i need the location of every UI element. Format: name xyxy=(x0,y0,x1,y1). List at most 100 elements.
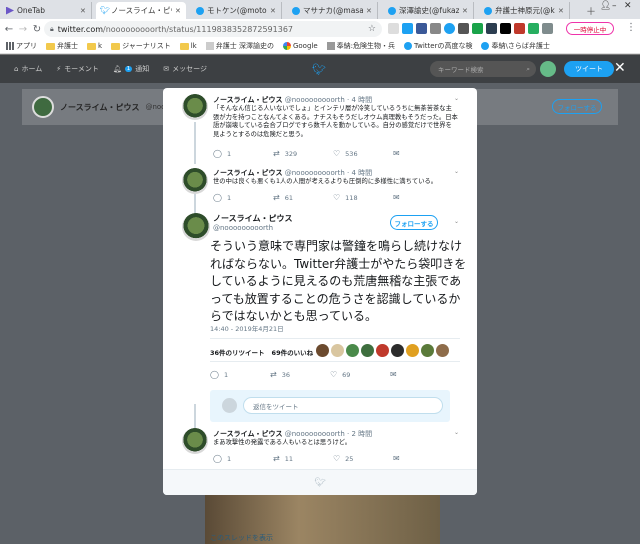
bookmark-item[interactable]: 奉納\さらば弁護士 xyxy=(481,41,550,51)
close-modal-icon[interactable]: ✕ xyxy=(614,60,626,76)
bookmark-item[interactable]: k xyxy=(87,42,102,50)
extension-icon[interactable] xyxy=(528,23,539,34)
back-button[interactable]: ← xyxy=(2,24,16,35)
address-bar[interactable]: 🔒︎ twitter.com/nooooooooorth/status/1119… xyxy=(44,21,382,37)
browser-tab[interactable]: モトケン(@motoken ✕ xyxy=(192,2,282,19)
chevron-down-icon[interactable]: ⌄ xyxy=(454,429,459,436)
avatar[interactable] xyxy=(540,61,556,77)
tweet-button[interactable]: ツイート xyxy=(564,61,614,77)
nav-home[interactable]: ⌂ ホーム xyxy=(14,64,42,74)
dm-button[interactable]: ✉︎ xyxy=(393,454,453,463)
twitter-icon[interactable] xyxy=(444,23,455,34)
retweet-stat[interactable]: 36件のリツイート xyxy=(210,347,265,357)
bookmark-item[interactable]: Google xyxy=(282,42,318,50)
reload-button[interactable]: ↻ xyxy=(30,24,44,35)
avatar[interactable] xyxy=(182,428,208,454)
like-button[interactable]: ♡ 536 xyxy=(333,149,393,158)
like-stat[interactable]: 69件のいいね xyxy=(272,347,314,357)
like-button[interactable]: ♡ 118 xyxy=(333,193,393,202)
avatar[interactable] xyxy=(32,96,54,118)
twitter-logo-icon[interactable]: 🐦︎ xyxy=(312,63,326,76)
avatar[interactable] xyxy=(182,94,208,120)
bookmark-item[interactable]: 弁護士 xyxy=(46,41,78,51)
dm-button[interactable]: ✉︎ xyxy=(390,370,450,379)
extension-icon[interactable] xyxy=(472,23,483,34)
bookmark-item[interactable]: 奉納:危険生物・兵 xyxy=(326,41,395,51)
chevron-down-icon[interactable]: ⌄ xyxy=(454,218,459,225)
avatar[interactable] xyxy=(361,344,374,357)
tweet-author-name[interactable]: ノースライム・ピウス xyxy=(213,96,283,104)
bookmark-item[interactable]: Twitterの高度な検 xyxy=(404,41,472,51)
nav-moments[interactable]: ⚡︎ モーメント xyxy=(56,64,99,74)
close-tab-icon[interactable]: ✕ xyxy=(270,7,278,15)
chevron-down-icon[interactable]: ⌄ xyxy=(454,168,459,175)
extension-icon[interactable] xyxy=(514,23,525,34)
avatar[interactable] xyxy=(391,344,404,357)
dm-button[interactable]: ✉︎ xyxy=(393,193,453,202)
avatar[interactable] xyxy=(376,344,389,357)
browser-tab[interactable]: OneTab ✕ xyxy=(2,2,92,19)
tweet-author-name[interactable]: ノースライム・ピウス xyxy=(213,214,292,223)
avatar[interactable] xyxy=(346,344,359,357)
retweet-button[interactable]: ⇄ 61 xyxy=(273,193,333,202)
avatar[interactable] xyxy=(182,213,210,241)
extension-icon[interactable] xyxy=(500,23,511,34)
retweet-button[interactable]: ⇄ 11 xyxy=(273,454,333,463)
tweet-timestamp[interactable]: 14:40 - 2019年4月21日 xyxy=(210,323,284,333)
new-tab-button[interactable]: ＋ xyxy=(586,3,596,18)
close-tab-icon[interactable]: ✕ xyxy=(80,7,88,15)
bookmark-item[interactable]: アプリ xyxy=(6,41,37,51)
avatar[interactable] xyxy=(421,344,434,357)
follow-button[interactable]: フォローする xyxy=(552,99,602,114)
browser-tab[interactable]: マサナカ(@masan ✕ xyxy=(288,2,378,19)
browser-tab-active[interactable]: 🐦︎ ノースライム・ピウス ✕ xyxy=(96,2,186,19)
twitter-search-input[interactable]: キーワード検索 ⌕ xyxy=(430,61,536,77)
avatar[interactable] xyxy=(182,168,208,194)
browser-tab[interactable]: 弁護士神原元(@k ✕ xyxy=(480,2,570,19)
avatar[interactable] xyxy=(436,344,449,357)
reply-button[interactable]: ◯ 1 xyxy=(213,149,273,158)
extension-icon[interactable] xyxy=(402,23,413,34)
tweet-author-name[interactable]: ノースライム・ピウス xyxy=(213,430,283,438)
dm-button[interactable]: ✉︎ xyxy=(393,149,453,158)
forward-button[interactable]: → xyxy=(16,24,30,35)
extension-icon[interactable] xyxy=(458,23,469,34)
avatar[interactable]: 👤︎ xyxy=(600,1,611,11)
extension-icon[interactable] xyxy=(542,23,553,34)
nav-messages[interactable]: ✉︎ メッセージ xyxy=(163,64,207,74)
bookmark-item[interactable]: ジャーナリスト xyxy=(111,41,171,51)
bookmark-star-icon[interactable]: ☆ xyxy=(368,24,376,34)
avatar[interactable] xyxy=(331,344,344,357)
retweet-button[interactable]: ⇄ 36 xyxy=(270,370,330,379)
profile-name[interactable]: ノースライム・ピウス xyxy=(60,102,139,113)
browser-tab[interactable]: 深澤諭史(@fukaz ✕ xyxy=(384,2,474,19)
minimize-icon[interactable]: – xyxy=(612,1,617,11)
close-tab-icon[interactable]: ✕ xyxy=(175,7,183,15)
close-tab-icon[interactable]: ✕ xyxy=(462,7,470,15)
tweet-time[interactable]: · 2 時間 xyxy=(347,430,372,438)
zoom-icon[interactable] xyxy=(388,23,399,34)
more-menu-icon[interactable]: ⋮ xyxy=(626,22,636,33)
bookmark-item[interactable]: lk xyxy=(179,42,197,50)
close-tab-icon[interactable]: ✕ xyxy=(366,7,374,15)
reply-button[interactable]: ◯ 1 xyxy=(213,454,273,463)
window-close-icon[interactable]: ✕ xyxy=(624,1,632,11)
extension-icon[interactable] xyxy=(486,23,497,34)
like-button[interactable]: ♡ 69 xyxy=(330,370,390,379)
chevron-down-icon[interactable]: ⌄ xyxy=(454,95,459,102)
extension-icon[interactable] xyxy=(430,23,441,34)
bookmark-item[interactable]: 弁護士 深澤諭史の xyxy=(205,41,274,51)
tweet-author-name[interactable]: ノースライム・ピウス xyxy=(213,169,283,177)
avatar[interactable] xyxy=(406,344,419,357)
reply-button[interactable]: ◯ 1 xyxy=(213,193,273,202)
paused-sync-button[interactable]: 一時停止中 xyxy=(566,22,614,35)
reply-button[interactable]: ◯ 1 xyxy=(210,370,270,379)
follow-button[interactable]: フォローする xyxy=(390,215,438,230)
retweet-button[interactable]: ⇄ 329 xyxy=(273,149,333,158)
nav-notifications[interactable]: 🔔︎ 1 通知 xyxy=(113,64,149,74)
close-tab-icon[interactable]: ✕ xyxy=(558,7,566,15)
tweet-time[interactable]: · 4 時間 xyxy=(347,169,372,177)
reply-input[interactable]: 返信をツイート xyxy=(243,397,443,414)
avatar[interactable] xyxy=(316,344,329,357)
facebook-icon[interactable] xyxy=(416,23,427,34)
